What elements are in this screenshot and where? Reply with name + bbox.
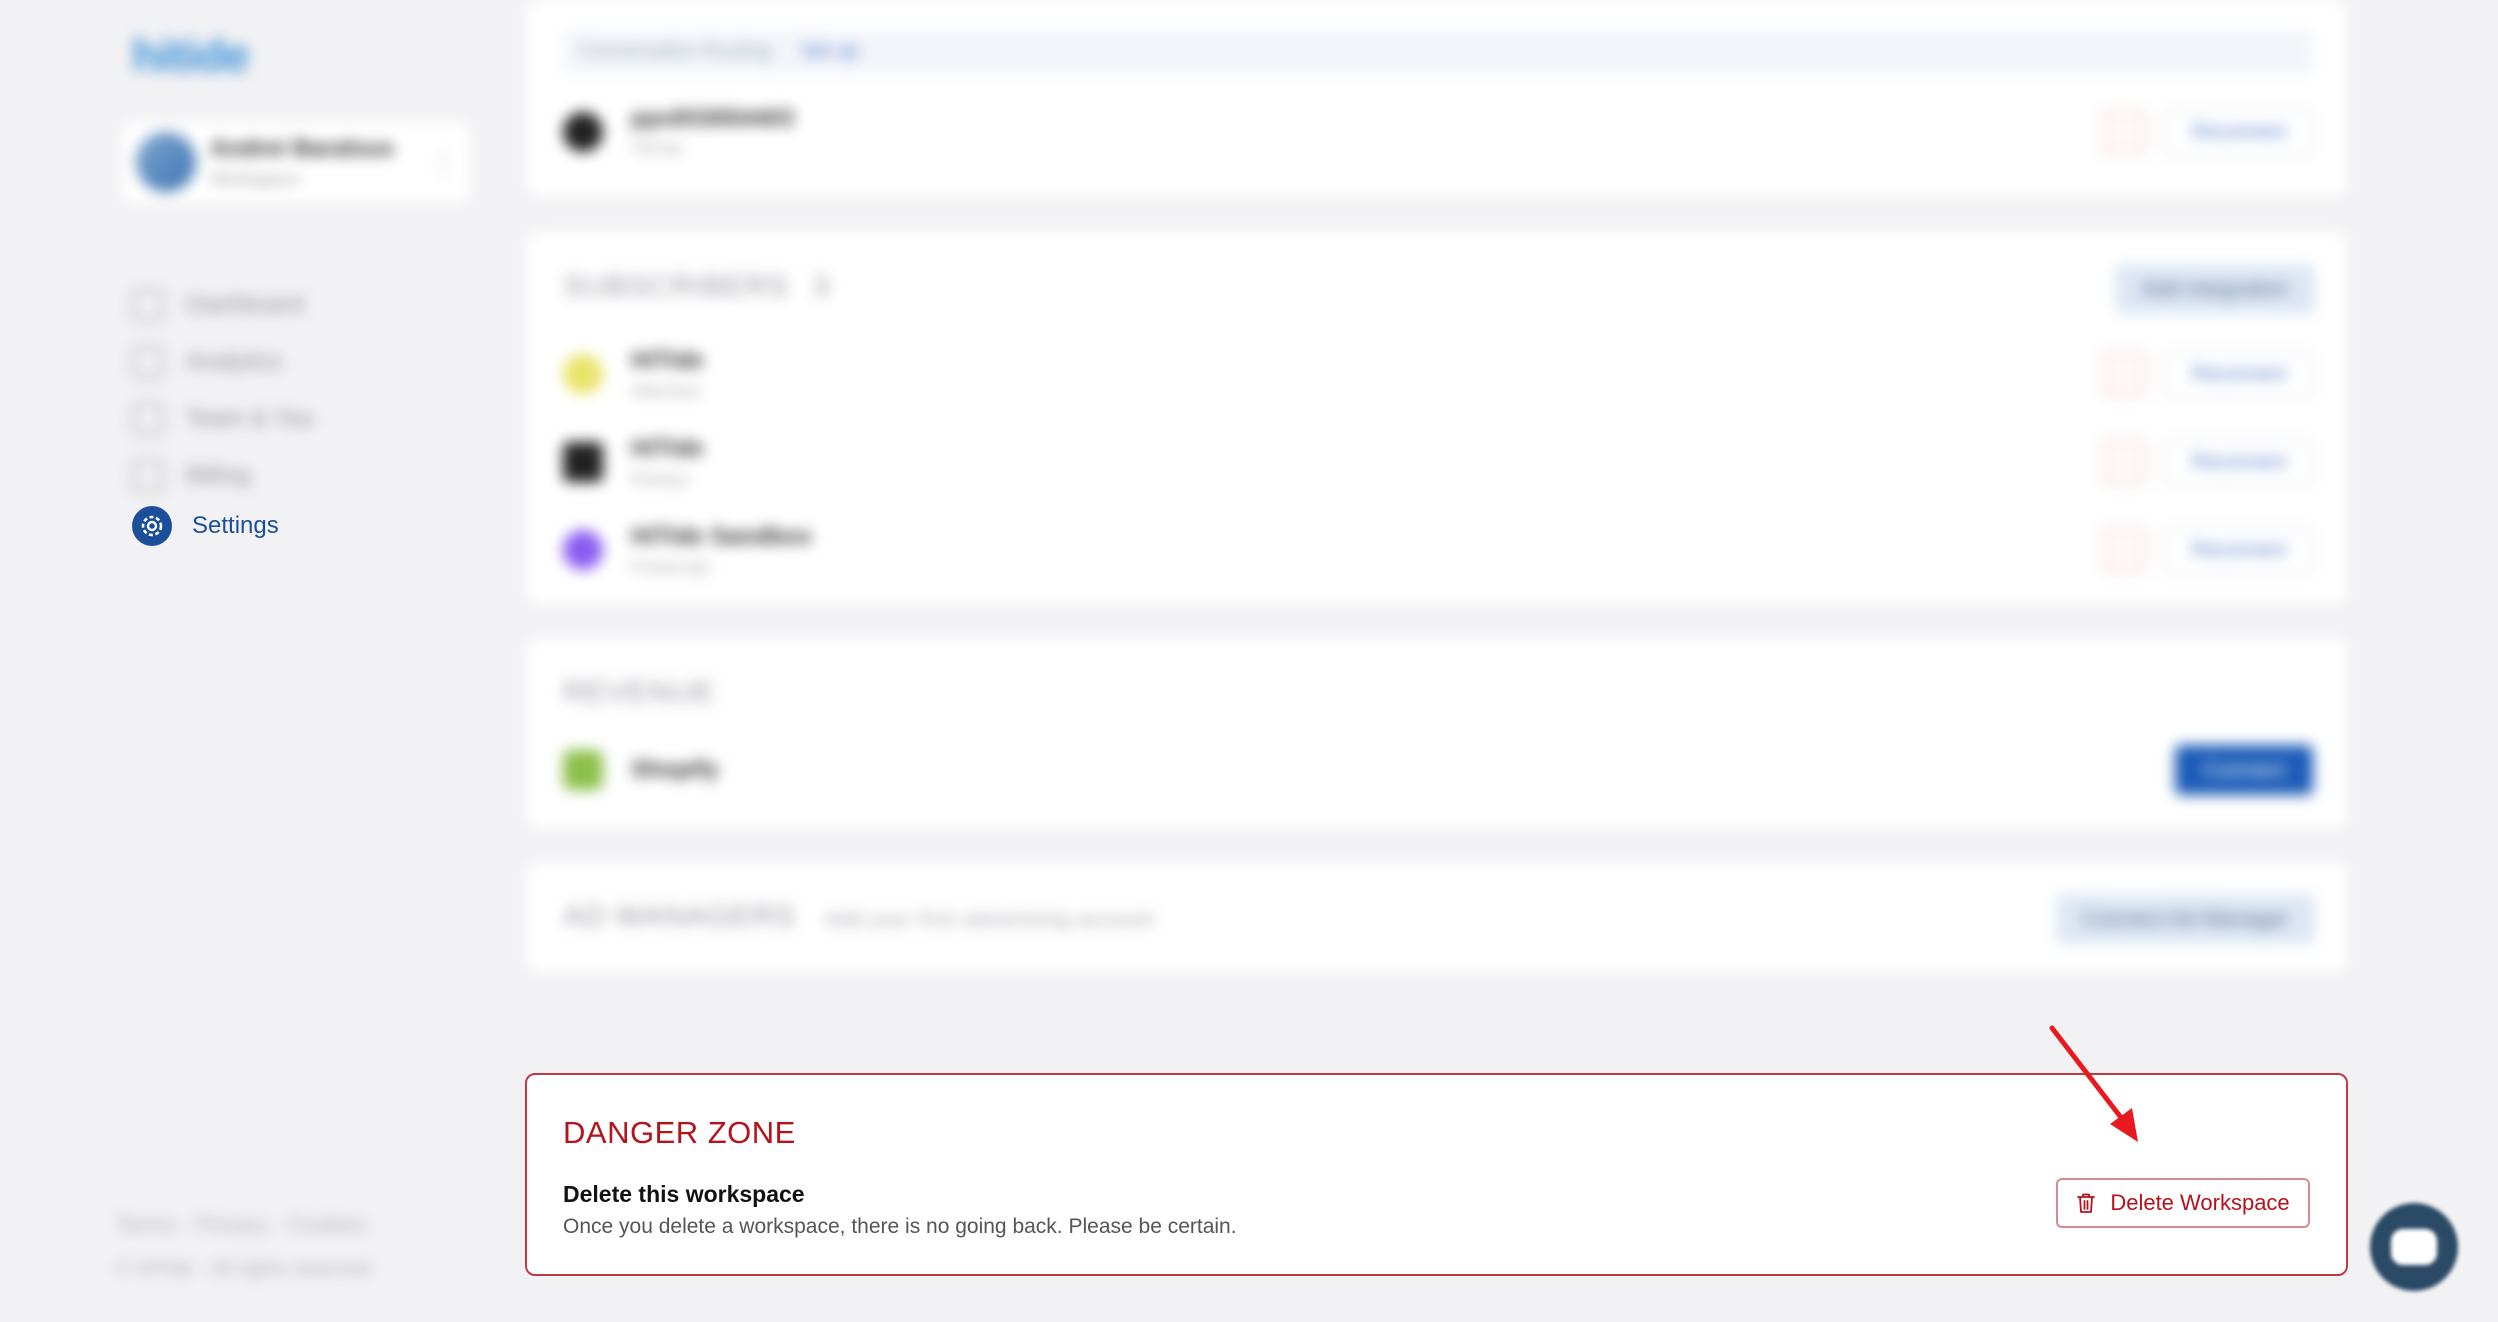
remove-icon[interactable] — [2101, 439, 2148, 485]
billing-icon — [132, 459, 164, 492]
sidebar-item-label: Settings — [192, 512, 279, 539]
sidebar-item-team[interactable]: Team & You — [132, 390, 314, 447]
account-title: pps933054403 — [631, 104, 794, 132]
shopify-label: Shopify — [631, 756, 719, 783]
sidebar-item-label: Billing — [186, 461, 251, 489]
delete-workspace-description: Once you delete a workspace, there is no… — [563, 1215, 1237, 1238]
sidebar-item-label: Analytics — [186, 347, 283, 375]
delete-workspace-button[interactable]: Delete Workspace — [2056, 1178, 2310, 1228]
revenue-card: REVENUE Shopify Connect — [527, 638, 2347, 828]
accounts-card: Conversation Routing Set up pps933054403… — [527, 0, 2347, 196]
sidebar-item-label: Dashboard — [186, 290, 304, 318]
annotation-arrow-icon — [2049, 1025, 2138, 1142]
settings-page: hitide Andrei Baralsus Workspace ⋮ Dashb… — [0, 0, 2498, 1322]
chat-widget-button[interactable] — [2370, 1203, 2458, 1291]
integration-title: HiTide Sandbox — [631, 522, 812, 550]
connect-shopify-button[interactable]: Connect — [2175, 745, 2313, 795]
routing-bar: Conversation Routing Set up — [563, 30, 2313, 74]
account-subtitle: TikTok — [631, 138, 683, 159]
klaviyo-icon — [563, 442, 603, 482]
revenue-title: REVENUE — [563, 676, 716, 709]
list-item: HiTide Attentive Reconnect — [563, 330, 2313, 418]
copyright: © HiTide · All rights reserved — [116, 1258, 371, 1280]
reconnect-button[interactable]: Reconnect — [2165, 526, 2313, 574]
kebab-menu-icon[interactable]: ⋮ — [430, 147, 456, 178]
list-item: HiTide Klaviyo Reconnect — [563, 418, 2313, 506]
remove-icon[interactable] — [2101, 527, 2148, 573]
add-integration-button[interactable]: Add integration — [2115, 264, 2315, 314]
reconnect-button[interactable]: Reconnect — [2165, 438, 2313, 486]
shopify-icon — [563, 750, 603, 790]
postscript-icon — [563, 530, 603, 570]
remove-icon[interactable] — [2101, 351, 2148, 397]
user-card[interactable]: Andrei Baralsus Workspace ⋮ — [122, 122, 470, 202]
ad-managers-header: AD MANAGERS Add your first advertising a… — [563, 900, 1155, 934]
subscribers-card: SUBSCRIBERS 3 Add integration HiTide Att… — [527, 232, 2347, 604]
analytics-icon — [132, 345, 164, 378]
chat-icon — [2391, 1229, 2437, 1265]
remove-icon[interactable] — [2101, 109, 2148, 155]
user-subtitle: Workspace — [210, 168, 300, 189]
footer-links[interactable]: Terms · Privacy · Cookies — [116, 1212, 367, 1238]
list-item: HiTide Sandbox Postscript Reconnect — [563, 506, 2313, 594]
reconnect-button[interactable]: Reconnect — [2165, 350, 2313, 398]
ad-managers-hint: Add your first advertising account — [825, 909, 1155, 931]
ad-managers-card: AD MANAGERS Add your first advertising a… — [527, 862, 2347, 972]
list-item: pps933054403 TikTok Reconnect — [563, 88, 2313, 176]
section-title: SUBSCRIBERS 3 — [563, 270, 830, 304]
team-icon — [132, 402, 164, 435]
user-name: Andrei Baralsus — [210, 134, 395, 162]
delete-workspace-label: Delete Workspace — [2110, 1190, 2290, 1215]
integration-subtitle: Attentive — [631, 380, 702, 401]
tiktok-icon — [563, 112, 603, 152]
logo[interactable]: hitide — [132, 28, 250, 82]
integration-subtitle: Postscript — [631, 556, 711, 577]
avatar — [136, 132, 196, 192]
integration-title: HiTide — [631, 346, 704, 374]
reconnect-button[interactable]: Reconnect — [2165, 108, 2313, 156]
routing-label: Conversation Routing — [579, 40, 772, 62]
subscribers-title: SUBSCRIBERS — [563, 270, 790, 303]
dashboard-icon — [132, 288, 164, 321]
attentive-icon — [563, 354, 603, 394]
sidebar-item-analytics[interactable]: Analytics — [132, 333, 314, 390]
ad-managers-title: AD MANAGERS — [563, 900, 796, 933]
routing-setup-link[interactable]: Set up — [801, 40, 859, 62]
list-item: Shopify Connect — [563, 726, 2313, 814]
integration-title: HiTide — [631, 434, 704, 462]
integration-subtitle: Klaviyo — [631, 468, 690, 489]
delete-workspace-heading: Delete this workspace — [563, 1181, 805, 1207]
subscribers-count: 3 — [812, 270, 831, 303]
connect-ad-manager-button[interactable]: Connect Ad Manager — [2056, 894, 2315, 944]
gear-icon — [132, 506, 172, 546]
sidebar-item-billing[interactable]: Billing — [132, 447, 314, 504]
sidebar-item-settings[interactable]: Settings — [132, 504, 279, 548]
sidebar-item-label: Team & You — [186, 404, 315, 432]
danger-zone-title: DANGER ZONE — [563, 1115, 796, 1150]
trash-icon — [2077, 1193, 2096, 1213]
sidebar-item-dashboard[interactable]: Dashboard — [132, 276, 314, 333]
